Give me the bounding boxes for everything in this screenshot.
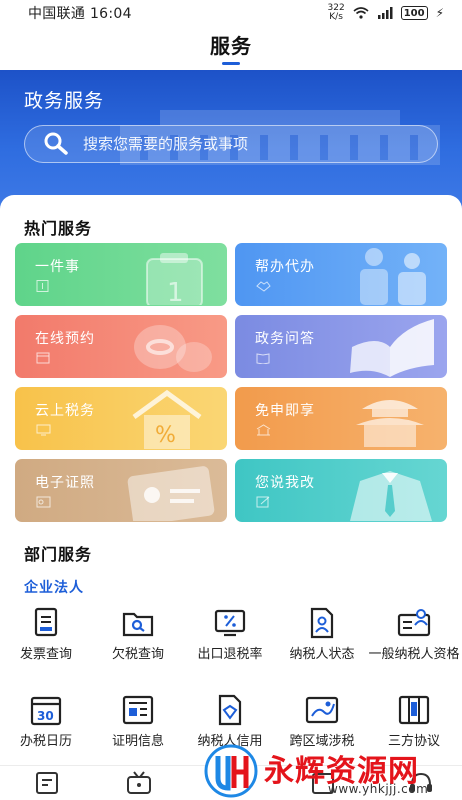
grid-label: 纳税人状态 <box>289 647 355 662</box>
card-label: 电子证照 <box>35 475 95 491</box>
card-benefit-access[interactable]: 免申即享 <box>235 387 447 450</box>
card-label: 在线预约 <box>35 331 95 347</box>
card-e-license[interactable]: 电子证照 <box>15 459 227 522</box>
id-card-icon <box>397 609 431 637</box>
grid-general-taxpayer[interactable]: 一般纳税人资格 <box>368 605 460 663</box>
monitor-mini-icon <box>36 424 51 436</box>
house-percent-icon: % <box>132 389 202 449</box>
grid-certificate-info[interactable]: 证明信息 <box>92 692 184 750</box>
percent-icon <box>214 609 246 637</box>
grid-invoice-query[interactable]: 发票查询 <box>0 605 92 663</box>
carrier-time: 中国联通 16:04 <box>28 6 132 22</box>
calendar-icon: 30 <box>30 696 62 726</box>
open-book-icon <box>350 319 434 377</box>
certificate-icon <box>122 695 154 725</box>
page-header: 服务 <box>0 26 462 70</box>
chat-bubbles-icon <box>134 325 212 372</box>
card-online-appointment[interactable]: 在线预约 <box>15 315 227 378</box>
people-icon <box>360 248 426 305</box>
grid-label: 一般纳税人资格 <box>368 647 460 662</box>
agreement-icon <box>398 695 430 725</box>
watermark-url: www.yhkjjj.com <box>328 782 429 796</box>
grid-taxpayer-status[interactable]: 纳税人状态 <box>276 605 368 663</box>
card-feedback[interactable]: 您说我改 <box>235 459 447 522</box>
clipboard-number-icon: 1 <box>146 253 203 305</box>
doc-mini-icon <box>36 280 49 292</box>
map-icon <box>305 696 339 724</box>
search-input[interactable] <box>83 135 403 153</box>
grid-label: 办税日历 <box>19 734 72 749</box>
page-title: 服务 <box>210 34 252 58</box>
card-cloud-tax[interactable]: 云上税务 % <box>15 387 227 450</box>
search-icon[interactable] <box>43 131 69 157</box>
person-doc-icon <box>310 607 334 639</box>
card-label: 您说我改 <box>255 475 315 491</box>
credit-icon <box>218 694 242 726</box>
card-qa[interactable]: 政务问答 <box>235 315 447 378</box>
net-speed: 322 K/s <box>327 3 345 22</box>
charging-icon: ⚡ <box>435 6 444 20</box>
card-label: 帮办代办 <box>255 259 315 275</box>
handshake-mini-icon <box>256 281 271 292</box>
hero-title: 政务服务 <box>24 90 105 112</box>
home-doc-icon[interactable] <box>34 771 60 795</box>
svg-text:%: % <box>155 423 176 448</box>
card-label: 一件事 <box>35 259 80 275</box>
enterprise-subtitle[interactable]: 企业法人 <box>24 577 84 597</box>
grid-label: 欠税查询 <box>111 647 164 662</box>
grid-label: 证明信息 <box>111 734 164 749</box>
search-bar[interactable] <box>24 125 438 163</box>
card-label: 云上税务 <box>35 403 95 419</box>
card-label: 免申即享 <box>255 403 315 419</box>
pagoda-icon <box>356 400 424 447</box>
grid-label: 发票查询 <box>19 647 72 662</box>
status-bar: 中国联通 16:04 322 K/s 100 ⚡ <box>0 0 462 26</box>
card-one-thing[interactable]: 一件事 1 <box>15 243 227 306</box>
wifi-icon <box>353 7 369 19</box>
watermark: 永辉资源网 www.yhkjjj.com <box>200 742 462 800</box>
calendar-mini-icon <box>36 352 50 364</box>
grid-label: 出口退税率 <box>197 647 263 662</box>
card-label: 政务问答 <box>255 331 315 347</box>
license-mini-icon <box>36 496 51 508</box>
services-panel: 热门服务 一件事 1 帮办代办 在线预约 政务问答 云上税务 % 免申即享 电子… <box>0 195 462 765</box>
svg-text:1: 1 <box>167 278 184 305</box>
title-indicator <box>222 62 240 65</box>
signal-icon <box>377 7 393 19</box>
hot-services-title: 热门服务 <box>24 219 93 238</box>
id-card-art-icon <box>127 466 215 521</box>
book-mini-icon <box>256 353 270 364</box>
battery-icon: 100 <box>400 6 428 20</box>
watermark-logo-icon <box>204 744 258 798</box>
dept-services-title: 部门服务 <box>24 545 93 564</box>
tv-icon[interactable] <box>126 771 152 795</box>
grid-arrears-query[interactable]: 欠税查询 <box>92 605 184 663</box>
suit-person-icon <box>350 471 432 521</box>
hero-banner: 政务服务 <box>0 70 462 215</box>
grid-tax-calendar[interactable]: 30 办税日历 <box>0 692 92 750</box>
invoice-icon <box>34 607 58 637</box>
card-assisted-service[interactable]: 帮办代办 <box>235 243 447 306</box>
pavilion-mini-icon <box>256 424 271 436</box>
folder-search-icon <box>122 612 154 637</box>
grid-export-rebate[interactable]: 出口退税率 <box>184 605 276 663</box>
svg-text:30: 30 <box>37 709 54 723</box>
edit-mini-icon <box>256 496 270 508</box>
